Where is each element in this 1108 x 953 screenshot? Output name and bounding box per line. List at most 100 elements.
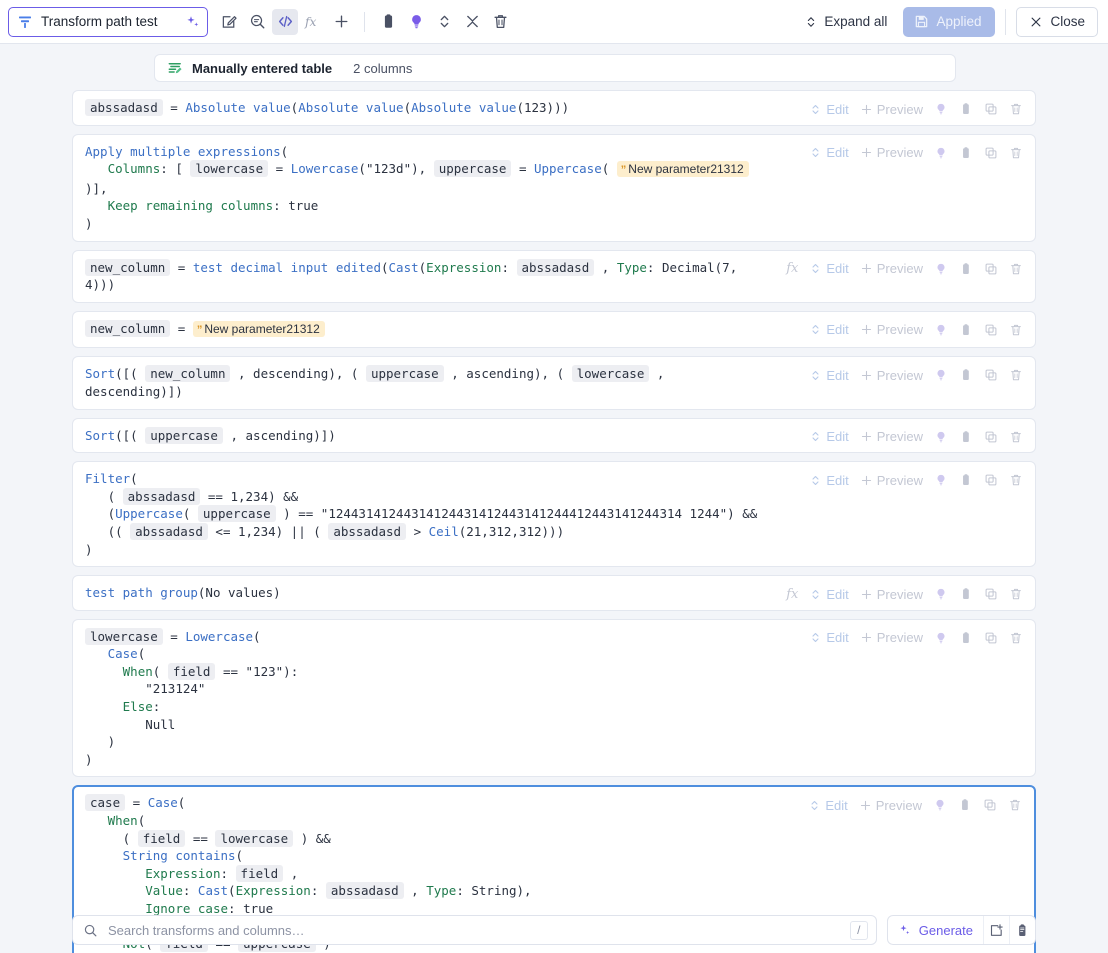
paste-icon[interactable] bbox=[955, 583, 977, 605]
delete-icon[interactable] bbox=[1005, 583, 1027, 605]
copy-icon[interactable] bbox=[980, 364, 1002, 386]
parameter-chip[interactable]: ” New parameter21312 bbox=[616, 161, 749, 178]
preview-action[interactable]: Preview bbox=[856, 469, 927, 491]
paste-icon[interactable] bbox=[375, 9, 401, 35]
column-chip[interactable]: abssadasd bbox=[122, 487, 201, 505]
paste-icon[interactable] bbox=[955, 469, 977, 491]
paste-icon[interactable] bbox=[955, 98, 977, 120]
column-chip[interactable]: abssadasd bbox=[85, 99, 163, 116]
parameter-chip[interactable]: ” New parameter21312 bbox=[192, 320, 325, 337]
lightbulb-icon[interactable] bbox=[403, 9, 429, 35]
preview-action[interactable]: Preview bbox=[856, 258, 927, 280]
lightbulb-icon[interactable] bbox=[930, 319, 952, 341]
edit-icon[interactable] bbox=[216, 9, 242, 35]
expression-row[interactable]: new_column = test decimal input edited(C… bbox=[72, 249, 1036, 303]
delete-icon[interactable] bbox=[1005, 98, 1027, 120]
delete-icon[interactable] bbox=[1005, 469, 1027, 491]
delete-icon[interactable] bbox=[1005, 258, 1027, 280]
delete-icon[interactable] bbox=[1005, 627, 1027, 649]
search-field-wrapper[interactable]: / bbox=[72, 915, 877, 945]
paste-icon[interactable] bbox=[954, 794, 976, 816]
delete-icon[interactable] bbox=[1004, 794, 1026, 816]
preview-action[interactable]: Preview bbox=[856, 142, 927, 164]
new-transform-icon[interactable] bbox=[983, 916, 1009, 944]
sparkle-icon[interactable] bbox=[185, 14, 201, 30]
paste-icon[interactable] bbox=[955, 627, 977, 649]
expand-all-button[interactable]: Expand all bbox=[796, 8, 895, 36]
lightbulb-icon[interactable] bbox=[930, 583, 952, 605]
edit-action[interactable]: Edit bbox=[804, 794, 851, 816]
copy-icon[interactable] bbox=[980, 583, 1002, 605]
copy-icon[interactable] bbox=[980, 142, 1002, 164]
column-chip[interactable]: uppercase bbox=[197, 505, 276, 523]
expression-row[interactable]: new_column = ” New parameter21312 Edit Prev… bbox=[72, 310, 1036, 349]
copy-icon[interactable] bbox=[980, 627, 1002, 649]
applied-button[interactable]: Applied bbox=[903, 6, 996, 37]
preview-action[interactable]: Preview bbox=[856, 426, 927, 448]
lightbulb-icon[interactable] bbox=[930, 364, 952, 386]
expression-row[interactable]: test path group(No values) fx Edit Preview bbox=[72, 575, 1036, 611]
column-chip[interactable]: abssadasd bbox=[328, 522, 407, 540]
copy-icon[interactable] bbox=[980, 319, 1002, 341]
edit-action[interactable]: Edit bbox=[805, 583, 852, 605]
edit-action[interactable]: Edit bbox=[805, 364, 852, 386]
delete-icon[interactable] bbox=[1005, 319, 1027, 341]
copy-icon[interactable] bbox=[979, 794, 1001, 816]
lightbulb-icon[interactable] bbox=[930, 258, 952, 280]
edit-action[interactable]: Edit bbox=[805, 142, 852, 164]
column-chip[interactable]: case bbox=[85, 794, 126, 812]
copy-icon[interactable] bbox=[980, 426, 1002, 448]
column-chip[interactable]: lowercase bbox=[85, 627, 163, 645]
edit-action[interactable]: Edit bbox=[805, 426, 852, 448]
delete-icon[interactable] bbox=[1005, 364, 1027, 386]
column-chip[interactable]: lowercase bbox=[571, 365, 650, 383]
expression-row[interactable]: Filter( ( abssadasd == 1,234) && (Upperc… bbox=[72, 461, 1036, 568]
preview-action[interactable]: Preview bbox=[856, 364, 927, 386]
formula-fx-icon[interactable]: fx bbox=[782, 583, 802, 605]
paste-icon[interactable] bbox=[955, 319, 977, 341]
search-in-code-icon[interactable] bbox=[244, 9, 270, 35]
paste-icon[interactable] bbox=[955, 258, 977, 280]
formula-fx-icon[interactable]: fx bbox=[300, 9, 326, 35]
edit-action[interactable]: Edit bbox=[805, 319, 852, 341]
delete-icon[interactable] bbox=[487, 9, 513, 35]
copy-icon[interactable] bbox=[980, 98, 1002, 120]
add-icon[interactable] bbox=[328, 9, 354, 35]
column-chip[interactable]: abssadasd bbox=[516, 258, 595, 276]
lightbulb-icon[interactable] bbox=[930, 426, 952, 448]
source-table-row[interactable]: Manually entered table 2 columns bbox=[154, 54, 956, 82]
preview-action[interactable]: Preview bbox=[856, 319, 927, 341]
expand-collapse-icon[interactable] bbox=[431, 9, 457, 35]
column-chip[interactable]: uppercase bbox=[433, 160, 512, 178]
preview-action[interactable]: Preview bbox=[856, 583, 927, 605]
column-chip[interactable]: lowercase bbox=[190, 160, 269, 178]
expression-row[interactable]: Sort([( uppercase , ascending)]) Edit Prev… bbox=[72, 417, 1036, 454]
edit-action[interactable]: Edit bbox=[805, 469, 852, 491]
edit-action[interactable]: Edit bbox=[805, 98, 852, 120]
column-chip[interactable]: new_column bbox=[85, 319, 171, 337]
preview-action[interactable]: Preview bbox=[856, 627, 927, 649]
column-chip[interactable]: lowercase bbox=[215, 829, 294, 847]
transform-title-box[interactable]: Transform path test bbox=[8, 6, 208, 37]
lightbulb-icon[interactable] bbox=[930, 98, 952, 120]
expression-row[interactable]: abssadasd = Absolute value(Absolute valu… bbox=[72, 90, 1036, 126]
paste-transform-icon[interactable] bbox=[1009, 916, 1035, 944]
paste-icon[interactable] bbox=[955, 364, 977, 386]
column-chip[interactable]: abssadasd bbox=[325, 882, 404, 900]
close-button[interactable]: Close bbox=[1016, 6, 1098, 37]
column-chip[interactable]: field bbox=[167, 662, 216, 680]
generate-button[interactable]: Generate bbox=[888, 916, 983, 944]
collapse-icon[interactable] bbox=[459, 9, 485, 35]
column-chip[interactable]: field bbox=[235, 864, 284, 882]
lightbulb-icon[interactable] bbox=[930, 627, 952, 649]
column-chip[interactable]: uppercase bbox=[145, 426, 223, 444]
delete-icon[interactable] bbox=[1005, 142, 1027, 164]
expression-row[interactable]: lowercase = Lowercase( Case( When( field… bbox=[72, 618, 1036, 778]
column-chip[interactable]: new_column bbox=[145, 365, 231, 383]
column-chip[interactable]: new_column bbox=[85, 258, 171, 276]
copy-icon[interactable] bbox=[980, 469, 1002, 491]
column-chip[interactable]: abssadasd bbox=[130, 522, 208, 540]
formula-fx-icon[interactable]: fx bbox=[782, 258, 802, 280]
lightbulb-icon[interactable] bbox=[930, 469, 952, 491]
column-chip[interactable]: uppercase bbox=[365, 365, 444, 383]
